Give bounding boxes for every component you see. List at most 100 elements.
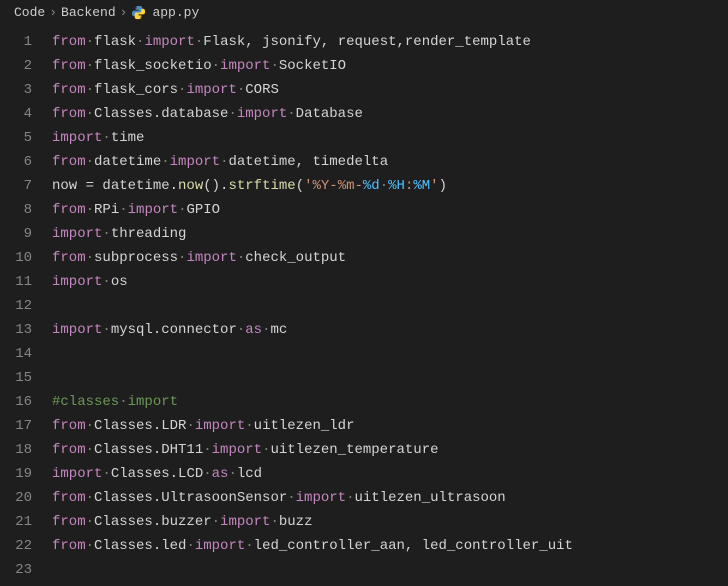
- line-number: 22: [0, 534, 32, 558]
- line-number: 11: [0, 270, 32, 294]
- line-number: 9: [0, 222, 32, 246]
- code-line[interactable]: import·mysql.connector·as·mc: [52, 318, 728, 342]
- token-func: strftime: [228, 178, 295, 194]
- token-keyword: import: [296, 490, 346, 506]
- token-keyword: as: [245, 322, 262, 338]
- token-dim: ·: [212, 58, 220, 74]
- line-number: 19: [0, 462, 32, 486]
- token-dim: ·: [86, 106, 94, 122]
- line-number: 21: [0, 510, 32, 534]
- token-keyword: import: [220, 514, 270, 530]
- token-dim: ·: [245, 538, 253, 554]
- token-dim: ·: [86, 538, 94, 554]
- token-keyword: import: [237, 106, 287, 122]
- breadcrumb[interactable]: Code › Backend › app.py: [0, 0, 728, 24]
- token-text: buzz: [279, 514, 313, 530]
- code-line[interactable]: now = datetime.now().strftime('%Y-%m-%d·…: [52, 174, 728, 198]
- code-line[interactable]: from·flask_socketio·import·SocketIO: [52, 54, 728, 78]
- breadcrumb-folder-root[interactable]: Code: [14, 5, 45, 20]
- line-number: 23: [0, 558, 32, 582]
- token-text: ().: [203, 178, 228, 194]
- token-keyword: import: [52, 274, 102, 290]
- token-module: mysql.connector: [111, 322, 237, 338]
- code-line[interactable]: import·os: [52, 270, 728, 294]
- token-module: flask_socketio: [94, 58, 212, 74]
- token-dim: ·: [195, 34, 203, 50]
- token-const: %H: [388, 178, 405, 194]
- token-text: datetime.: [94, 178, 178, 194]
- token-keyword: import: [212, 442, 262, 458]
- token-dim: ·: [270, 514, 278, 530]
- token-module: Classes.LDR: [94, 418, 186, 434]
- code-line[interactable]: import·Classes.LCD·as·lcd: [52, 462, 728, 486]
- breadcrumb-folder-backend[interactable]: Backend: [61, 5, 116, 20]
- token-dim: ·: [287, 106, 295, 122]
- token-text: datetime, timedelta: [228, 154, 388, 170]
- code-line[interactable]: [52, 558, 728, 582]
- token-dim: ·: [237, 82, 245, 98]
- token-dim: ·: [228, 466, 236, 482]
- token-keyword: from: [52, 490, 86, 506]
- token-keyword: import: [128, 202, 178, 218]
- code-line[interactable]: from·flask·import·Flask, jsonify, reques…: [52, 30, 728, 54]
- token-keyword: import: [195, 418, 245, 434]
- token-dim: ·: [119, 202, 127, 218]
- code-line[interactable]: from·Classes.DHT11·import·uitlezen_tempe…: [52, 438, 728, 462]
- token-dim: ·: [102, 226, 110, 242]
- token-text: Flask, jsonify, request,render_template: [203, 34, 531, 50]
- code-line[interactable]: from·Classes.led·import·led_controller_a…: [52, 534, 728, 558]
- code-line[interactable]: from·Classes.buzzer·import·buzz: [52, 510, 728, 534]
- line-number: 14: [0, 342, 32, 366]
- token-keyword: from: [52, 82, 86, 98]
- line-number: 13: [0, 318, 32, 342]
- code-line[interactable]: from·datetime·import·datetime, timedelta: [52, 150, 728, 174]
- token-keyword: from: [52, 154, 86, 170]
- token-keyword: from: [52, 250, 86, 266]
- token-text: uitlezen_ultrasoon: [354, 490, 505, 506]
- token-module: datetime: [94, 154, 161, 170]
- token-comment: #classes: [52, 394, 119, 410]
- code-content[interactable]: from·flask·import·Flask, jsonify, reques…: [52, 24, 728, 586]
- code-line[interactable]: from·RPi·import·GPIO: [52, 198, 728, 222]
- token-dim: ·: [186, 418, 194, 434]
- code-line[interactable]: import·time: [52, 126, 728, 150]
- token-dim: ·: [203, 442, 211, 458]
- token-dim: ·: [86, 154, 94, 170]
- token-keyword: from: [52, 514, 86, 530]
- line-number: 17: [0, 414, 32, 438]
- token-dim: ·: [86, 250, 94, 266]
- line-number: 1: [0, 30, 32, 54]
- code-line[interactable]: from·Classes.database·import·Database: [52, 102, 728, 126]
- token-dim: ·: [237, 322, 245, 338]
- token-dim: ·: [86, 418, 94, 434]
- code-line[interactable]: import·threading: [52, 222, 728, 246]
- token-module: lcd: [237, 466, 262, 482]
- code-line[interactable]: #classes·import: [52, 390, 728, 414]
- code-line[interactable]: [52, 366, 728, 390]
- token-text: check_output: [245, 250, 346, 266]
- token-dim: ·: [86, 442, 94, 458]
- line-number: 4: [0, 102, 32, 126]
- line-number: 6: [0, 150, 32, 174]
- token-dim: ·: [86, 34, 94, 50]
- code-line[interactable]: from·Classes.LDR·import·uitlezen_ldr: [52, 414, 728, 438]
- chevron-right-icon: ›: [49, 5, 57, 20]
- token-dim: ·: [203, 466, 211, 482]
- token-text: CORS: [245, 82, 279, 98]
- chevron-right-icon: ›: [120, 5, 128, 20]
- token-keyword: import: [144, 34, 194, 50]
- code-editor[interactable]: 1234567891011121314151617181920212223 fr…: [0, 24, 728, 586]
- token-dim: ·: [86, 202, 94, 218]
- breadcrumb-file[interactable]: app.py: [152, 5, 199, 20]
- line-number: 3: [0, 78, 32, 102]
- token-dim: ·: [102, 130, 110, 146]
- token-dim: ·: [86, 514, 94, 530]
- token-func: now: [178, 178, 203, 194]
- token-const: %M: [413, 178, 430, 194]
- code-line[interactable]: from·flask_cors·import·CORS: [52, 78, 728, 102]
- code-line[interactable]: from·Classes.UltrasoonSensor·import·uitl…: [52, 486, 728, 510]
- code-line[interactable]: from·subprocess·import·check_output: [52, 246, 728, 270]
- token-dim: ·: [102, 322, 110, 338]
- code-line[interactable]: [52, 294, 728, 318]
- code-line[interactable]: [52, 342, 728, 366]
